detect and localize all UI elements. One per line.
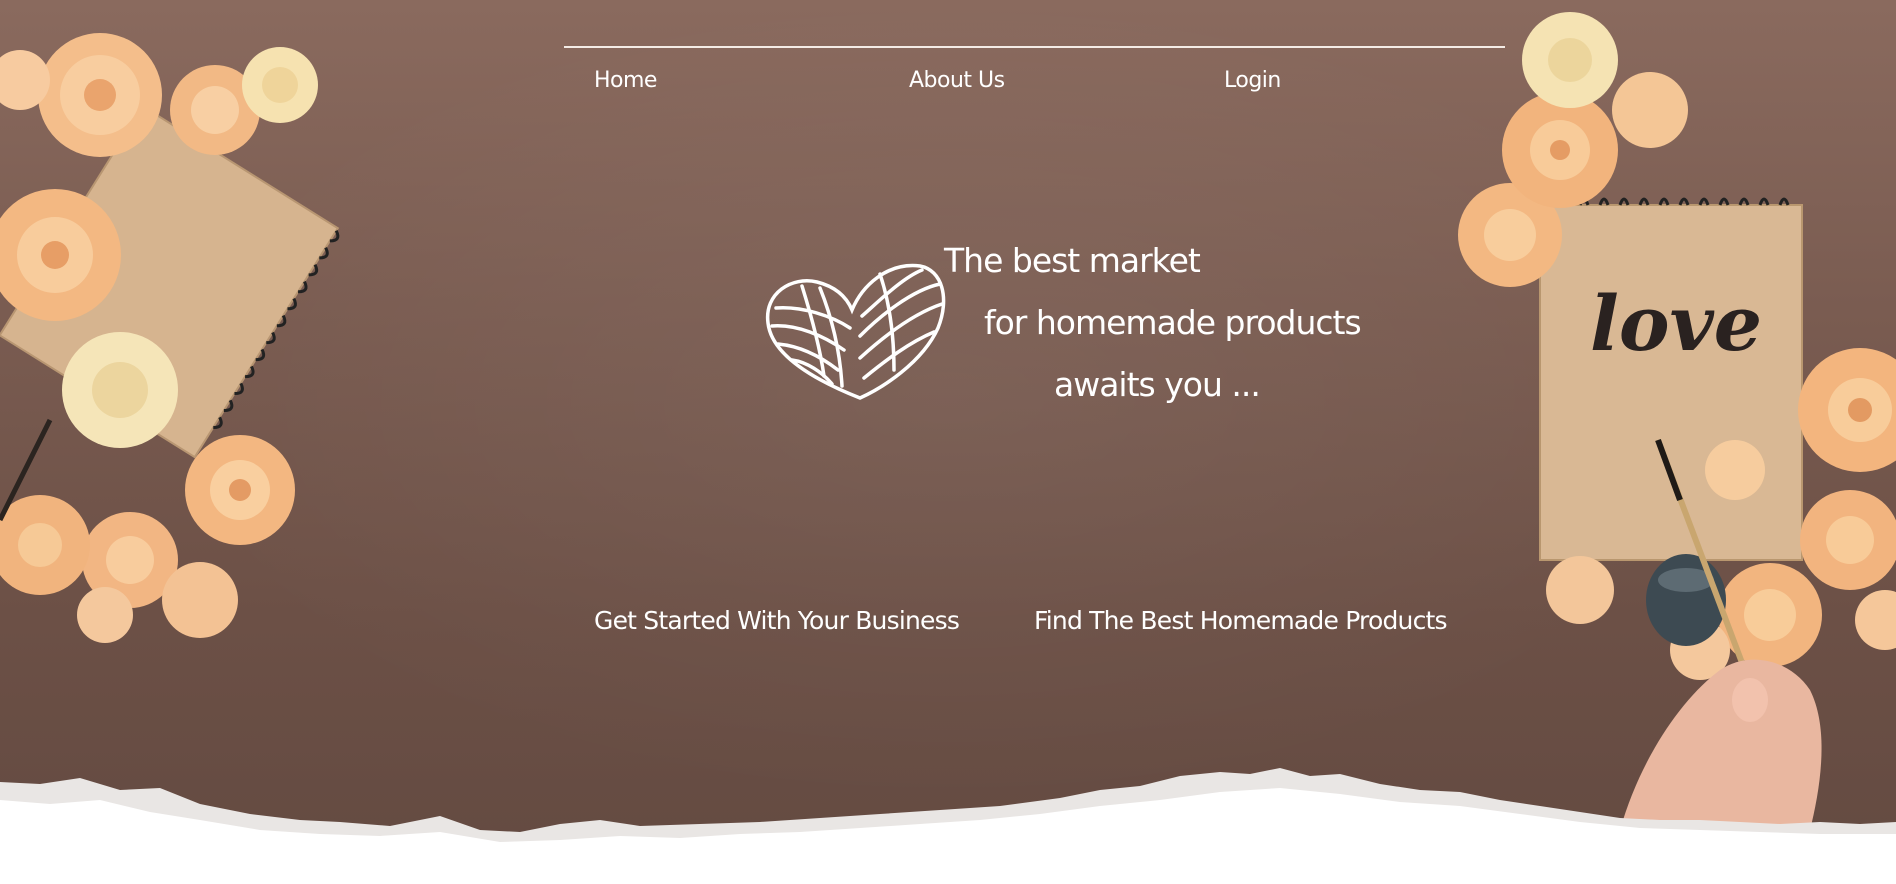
right-flowers-decoration: love (1390, 0, 1896, 840)
tagline-line-3: awaits you ... (1054, 365, 1261, 404)
tagline-line-1: The best market (944, 241, 1201, 280)
left-notebook-roses-image (0, 33, 340, 643)
notebook-lettering: love (1590, 279, 1762, 368)
right-notebook-roses-image: love (1458, 12, 1896, 830)
nav-link-login[interactable]: Login (1224, 68, 1281, 93)
yarn-heart-icon (762, 258, 948, 406)
nav-divider (564, 46, 1505, 48)
get-started-business-link[interactable]: Get Started With Your Business (594, 606, 960, 635)
left-flowers-decoration (0, 0, 350, 650)
torn-paper-edge (0, 768, 1896, 884)
find-products-link[interactable]: Find The Best Homemade Products (1034, 606, 1448, 635)
tagline-line-2: for homemade products (984, 303, 1362, 342)
nav-link-about-us[interactable]: About Us (909, 68, 1005, 93)
nav-link-home[interactable]: Home (594, 68, 657, 93)
hero-background: love Home About Us Login The best market… (0, 0, 1896, 884)
